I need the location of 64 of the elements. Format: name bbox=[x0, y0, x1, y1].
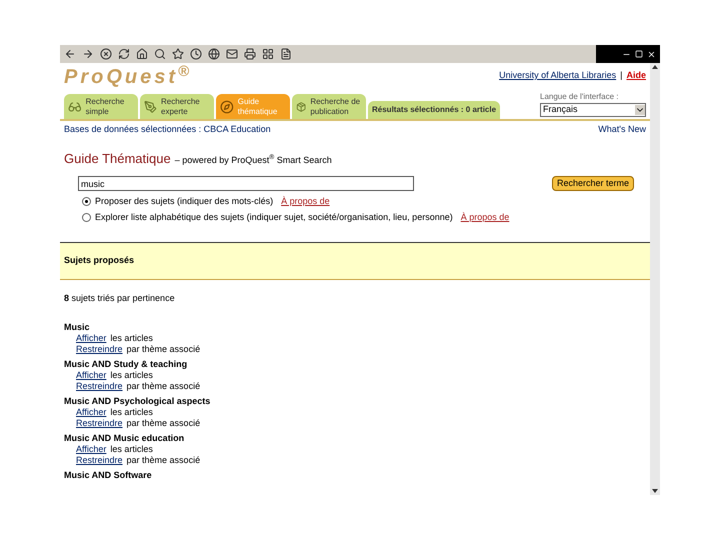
link-text: par thème associé bbox=[126, 418, 200, 428]
subject-title: Music AND Study & teaching bbox=[64, 358, 188, 370]
institution-link[interactable]: University of Alberta Libraries bbox=[499, 69, 616, 82]
subject-title: Music AND Software bbox=[64, 470, 153, 480]
printer-icon[interactable] bbox=[244, 48, 256, 60]
maximize-icon[interactable] bbox=[635, 50, 643, 58]
mail-icon[interactable] bbox=[226, 48, 238, 60]
panel-title: Sujets proposés bbox=[64, 254, 134, 268]
clock-icon[interactable] bbox=[190, 48, 202, 60]
compass-icon bbox=[220, 98, 234, 116]
tab[interactable]: Recherche de publication bbox=[292, 94, 366, 119]
link-text: les articles bbox=[110, 370, 153, 380]
show-link[interactable]: Afficher bbox=[76, 370, 106, 380]
help-link[interactable]: Aide bbox=[626, 69, 646, 82]
link-text: par thème associé bbox=[126, 380, 200, 392]
radio-button[interactable] bbox=[82, 212, 91, 222]
close-icon[interactable] bbox=[647, 50, 656, 58]
home-icon[interactable] bbox=[136, 48, 148, 60]
about-link[interactable]: À propos de bbox=[460, 210, 510, 224]
search-field[interactable]: music bbox=[78, 176, 414, 191]
about-link[interactable]: À propos de bbox=[281, 195, 330, 208]
forward-icon[interactable] bbox=[82, 48, 94, 60]
radio-button[interactable] bbox=[82, 197, 91, 206]
result-count: 8 sujets triés par pertinence bbox=[63, 292, 176, 305]
star-icon[interactable] bbox=[172, 48, 184, 60]
option-label: Proposer des sujets (indiquer des mots-clés) bbox=[95, 195, 274, 208]
subject-title: Music AND Music education bbox=[64, 432, 186, 444]
language-select[interactable]: Français bbox=[540, 103, 646, 117]
scroll-down-icon[interactable] bbox=[650, 487, 660, 495]
option-label: Explorer liste alphabétique des sujets (indiquer sujet, société/organisation, lieu, personne) bbox=[95, 210, 453, 224]
separator: | bbox=[620, 69, 622, 82]
stop-icon[interactable] bbox=[100, 48, 112, 60]
caret-icon bbox=[635, 105, 645, 115]
logo: ProQuest$^{®}$ bbox=[64, 67, 192, 87]
language-label: Langue de l'interface : bbox=[540, 91, 620, 103]
databases-text: Bases de données sélectionnées : CBCA Education bbox=[64, 123, 271, 136]
refresh-icon[interactable] bbox=[118, 48, 130, 60]
search-icon[interactable] bbox=[154, 48, 166, 60]
globe-icon[interactable] bbox=[208, 48, 220, 60]
tab[interactable]: Résultats sélectionnés : 0 article bbox=[368, 101, 500, 119]
subject-title: Music bbox=[64, 322, 91, 332]
narrow-link[interactable]: Restreindre bbox=[76, 418, 123, 428]
link-text: par thème associé bbox=[126, 454, 200, 466]
link-text: les articles bbox=[110, 444, 153, 454]
subject-title: Music AND Psychological aspects bbox=[64, 396, 212, 406]
link-text: les articles bbox=[110, 406, 153, 418]
scrollbar[interactable] bbox=[650, 63, 660, 495]
whats-new-link[interactable]: What's New bbox=[598, 123, 646, 136]
grid-icon[interactable] bbox=[262, 48, 274, 60]
show-link[interactable]: Afficher bbox=[76, 332, 106, 344]
narrow-link[interactable]: Restreindre bbox=[76, 380, 123, 392]
tab[interactable]: Recherche simple bbox=[64, 94, 138, 119]
show-link[interactable]: Afficher bbox=[76, 406, 106, 418]
link-text: par thème associé bbox=[126, 344, 200, 354]
narrow-link[interactable]: Restreindre bbox=[76, 344, 123, 354]
tab[interactable]: Recherche experte bbox=[140, 94, 214, 119]
page-title: Guide Thématique bbox=[64, 150, 171, 168]
back-icon[interactable] bbox=[64, 48, 76, 60]
search-button[interactable]: Rechercher terme bbox=[552, 176, 634, 191]
link-text: les articles bbox=[110, 332, 153, 344]
show-link[interactable]: Afficher bbox=[76, 444, 106, 454]
powered-by-text: – powered by ProQuest$^{®}$ Smart Search bbox=[174, 154, 332, 167]
narrow-link[interactable]: Restreindre bbox=[76, 454, 123, 466]
document-icon[interactable] bbox=[280, 48, 292, 60]
